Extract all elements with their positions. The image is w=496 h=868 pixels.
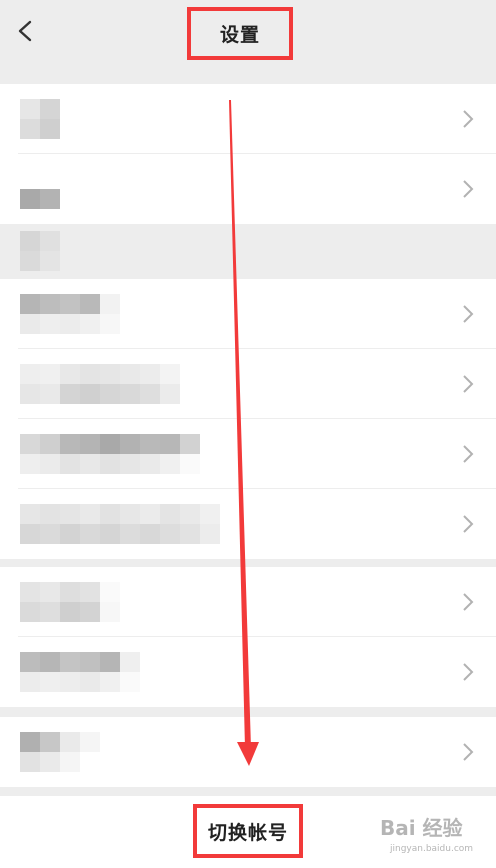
settings-row-3[interactable] — [0, 279, 496, 349]
blurred-label — [20, 582, 120, 622]
header-bar: 设置 — [0, 0, 496, 62]
blurred-label — [20, 434, 200, 474]
chevron-right-icon — [463, 515, 474, 533]
settings-row-4[interactable] — [0, 349, 496, 419]
chevron-right-icon — [463, 663, 474, 681]
chevron-right-icon — [463, 110, 474, 128]
chevron-right-icon — [463, 445, 474, 463]
blurred-label — [20, 99, 60, 139]
settings-group-1 — [0, 84, 496, 224]
settings-row-9[interactable] — [0, 717, 496, 787]
blurred-label — [20, 732, 100, 772]
settings-row-2[interactable] — [0, 154, 496, 224]
chevron-right-icon — [463, 180, 474, 198]
title-highlight-box: 设置 — [187, 7, 293, 60]
settings-row-6[interactable] — [0, 489, 496, 559]
settings-row-8[interactable] — [0, 637, 496, 707]
blurred-section-label — [20, 231, 60, 271]
chevron-right-icon — [463, 375, 474, 393]
chevron-right-icon — [463, 743, 474, 761]
section-header — [0, 223, 496, 279]
switch-account-button[interactable]: 切换帐号 — [208, 818, 288, 845]
settings-row-1[interactable] — [0, 84, 496, 154]
blurred-label — [20, 652, 140, 692]
page-title: 设置 — [219, 24, 260, 46]
blurred-label — [20, 504, 220, 544]
watermark-logo-text: Bai 经验 — [380, 816, 463, 840]
settings-group-3 — [0, 567, 496, 707]
settings-row-5[interactable] — [0, 419, 496, 489]
blurred-label — [20, 364, 180, 404]
switch-account-highlight-box: 切换帐号 — [193, 804, 303, 858]
blurred-label — [20, 294, 120, 334]
chevron-right-icon — [463, 305, 474, 323]
chevron-right-icon — [463, 593, 474, 611]
watermark-url: jingyan.baidu.com — [390, 844, 474, 854]
settings-group-2 — [0, 279, 496, 559]
watermark: Bai 经验 jingyan.baidu.com — [380, 812, 490, 862]
back-icon[interactable] — [12, 14, 38, 48]
settings-group-4 — [0, 717, 496, 787]
blurred-label — [20, 169, 60, 209]
settings-row-7[interactable] — [0, 567, 496, 637]
